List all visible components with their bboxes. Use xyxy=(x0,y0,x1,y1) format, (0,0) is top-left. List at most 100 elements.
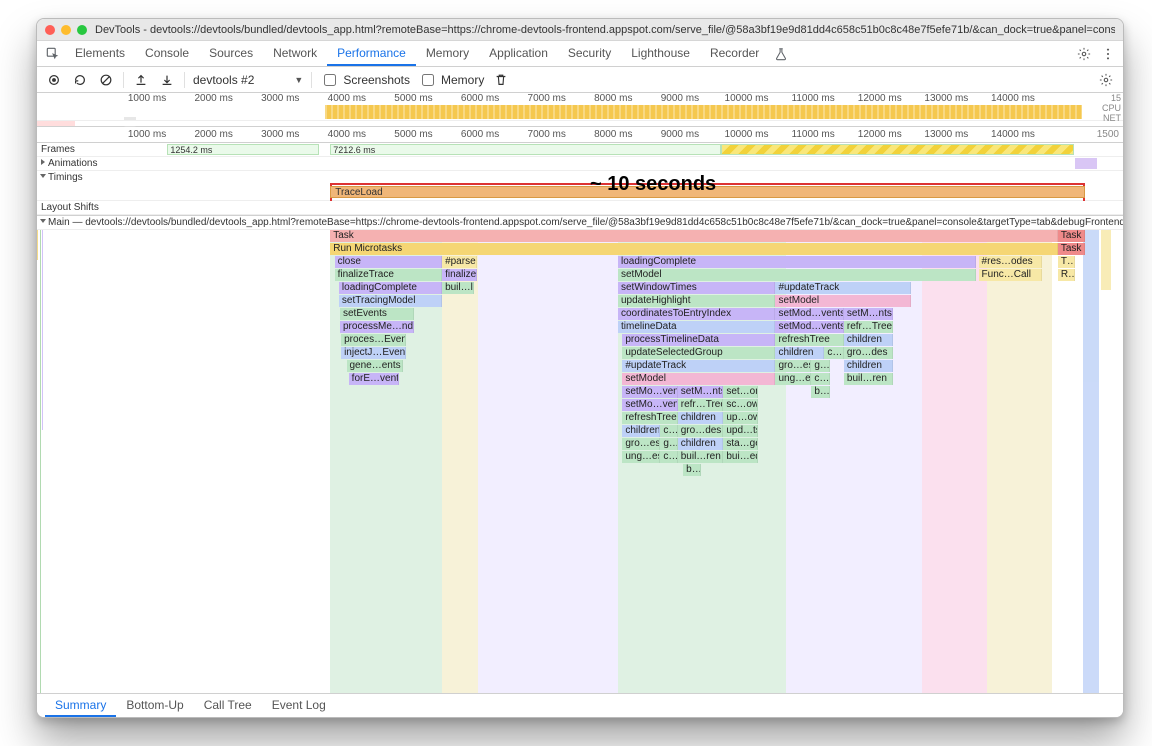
flame-bar[interactable]: coordinatesToEntryIndex xyxy=(618,308,775,320)
flame-microtasks[interactable]: Run Microtasks xyxy=(330,243,1058,255)
flame-bar[interactable]: processTimelineData xyxy=(622,334,775,346)
flame-bar[interactable]: gro…es xyxy=(622,438,660,450)
flame-bar[interactable]: sta…ge xyxy=(723,438,758,450)
traffic-light-minimize[interactable] xyxy=(61,25,71,35)
flame-bar[interactable]: #res…odes xyxy=(979,256,1042,268)
flame-bar[interactable]: processMe…ndThreads xyxy=(340,321,414,333)
save-profile-button[interactable] xyxy=(158,71,176,89)
flame-bar[interactable]: gene…ents xyxy=(347,360,403,372)
flame-bar[interactable]: sc…ow xyxy=(723,399,758,411)
overview-minimap[interactable]: 1000 ms2000 ms3000 ms4000 ms5000 ms6000 … xyxy=(37,93,1123,127)
flame-bar[interactable]: up…ow xyxy=(723,412,758,424)
inspect-icon[interactable] xyxy=(41,41,65,66)
tab-performance[interactable]: Performance xyxy=(327,41,416,66)
tab-sources[interactable]: Sources xyxy=(199,41,263,66)
flame-bar[interactable]: #parse xyxy=(442,256,477,268)
frame-bar-long[interactable] xyxy=(721,144,1074,155)
record-button[interactable] xyxy=(45,71,63,89)
flame-bar[interactable]: setMo…vents xyxy=(622,399,677,411)
flame-bar[interactable]: proces…Events xyxy=(341,334,406,346)
flame-chart[interactable]: Task Task Run Microtasks Task close #par… xyxy=(37,230,1123,700)
screenshots-checkbox[interactable]: Screenshots xyxy=(320,71,410,89)
flame-bar[interactable]: refreshTree xyxy=(775,334,843,346)
flame-bar[interactable]: refreshTree xyxy=(622,412,677,424)
session-selector[interactable]: devtools #2 ▼ xyxy=(193,73,303,87)
flame-bar[interactable]: setM…nts xyxy=(844,308,893,320)
track-layout-shifts[interactable]: Layout Shifts xyxy=(37,201,1123,215)
traffic-light-close[interactable] xyxy=(45,25,55,35)
flame-bar[interactable]: g…s xyxy=(811,360,829,372)
flame-bar[interactable]: setModel xyxy=(618,269,976,281)
flame-bar[interactable]: #updateTrack xyxy=(775,282,911,294)
flame-bar[interactable]: setWindowTimes xyxy=(618,282,775,294)
load-profile-button[interactable] xyxy=(132,71,150,89)
flame-bar[interactable]: finalize xyxy=(442,269,477,281)
flame-bar[interactable]: b…n xyxy=(811,386,829,398)
flame-bar[interactable]: set…on xyxy=(723,386,758,398)
flame-bar[interactable]: buil…ren xyxy=(844,373,893,385)
capture-settings-gear-icon[interactable] xyxy=(1097,71,1115,89)
flame-bar[interactable]: refr…Tree xyxy=(678,399,724,411)
kebab-menu-icon[interactable] xyxy=(1099,45,1117,63)
tab-elements[interactable]: Elements xyxy=(65,41,135,66)
flame-bar[interactable]: g… xyxy=(660,438,677,450)
timing-traceload[interactable]: TraceLoad xyxy=(330,186,1085,198)
flame-bar[interactable]: updateHighlight xyxy=(618,295,775,307)
clear-button[interactable] xyxy=(97,71,115,89)
flame-bar[interactable]: setMod…vents xyxy=(775,321,843,333)
settings-gear-icon[interactable] xyxy=(1075,45,1093,63)
frame-bar[interactable]: 7212.6 ms xyxy=(330,144,721,155)
tab-network[interactable]: Network xyxy=(263,41,327,66)
frame-bar[interactable]: 1254.2 ms xyxy=(167,144,319,155)
flame-bar[interactable]: gro…des xyxy=(678,425,724,437)
flame-bar[interactable]: T… xyxy=(1058,256,1075,268)
flame-bar[interactable]: c…n xyxy=(824,347,844,359)
flame-bar[interactable]: children xyxy=(844,360,893,372)
flame-bar[interactable]: children xyxy=(678,438,724,450)
main-thread-header[interactable]: Main — devtools://devtools/bundled/devto… xyxy=(37,216,1123,230)
details-tab-summary[interactable]: Summary xyxy=(45,694,116,717)
flame-bar[interactable]: finalizeTrace xyxy=(335,269,443,281)
flame-bar[interactable]: loadingComplete xyxy=(618,256,976,268)
flame-bar[interactable]: gro…es xyxy=(775,360,811,372)
flame-bar[interactable]: loadingComplete xyxy=(339,282,442,294)
flame-bar[interactable]: R… xyxy=(1058,269,1075,281)
flame-bar[interactable]: injectJ…Events xyxy=(341,347,406,359)
track-animations[interactable]: Animations xyxy=(37,157,1123,171)
flame-bar[interactable]: setMod…vents xyxy=(775,308,843,320)
flame-bar[interactable]: b… xyxy=(683,464,700,476)
flame-bar[interactable]: ung…es xyxy=(775,373,811,385)
flame-bar[interactable]: children xyxy=(775,347,824,359)
flame-bar[interactable]: forE…vent xyxy=(349,373,399,385)
tab-lighthouse[interactable]: Lighthouse xyxy=(621,41,700,66)
tab-memory[interactable]: Memory xyxy=(416,41,479,66)
flame-bar[interactable]: setTracingModel xyxy=(339,295,442,307)
flame-bar[interactable]: Func…Call xyxy=(979,269,1042,281)
flame-bar[interactable]: timelineData xyxy=(618,321,775,333)
flame-bar[interactable]: close xyxy=(335,256,443,268)
tab-security[interactable]: Security xyxy=(558,41,621,66)
flame-bar[interactable]: #updateTrack xyxy=(622,360,775,372)
flame-bar[interactable]: buil…ren xyxy=(678,451,724,463)
flame-task[interactable]: Task xyxy=(1058,230,1085,242)
flame-bar[interactable]: upd…ts xyxy=(723,425,758,437)
animation-bar[interactable] xyxy=(1075,158,1097,169)
flame-bar[interactable]: c…n xyxy=(811,373,829,385)
flame-bar[interactable]: children xyxy=(678,412,724,424)
flame-bar[interactable]: bui…ed xyxy=(723,451,758,463)
flame-bar[interactable]: children xyxy=(622,425,660,437)
memory-checkbox[interactable]: Memory xyxy=(418,71,484,89)
tab-recorder[interactable]: Recorder xyxy=(700,41,769,66)
flame-bar[interactable]: c… xyxy=(660,451,677,463)
tab-application[interactable]: Application xyxy=(479,41,558,66)
flame-bar[interactable]: buil…lls xyxy=(442,282,473,294)
flame-bar[interactable]: updateSelectedGroup xyxy=(622,347,775,359)
flame-bar[interactable]: refr…Tree xyxy=(844,321,893,333)
flame-bar[interactable]: c… xyxy=(660,425,677,437)
flame-bar[interactable]: setM…nts xyxy=(678,386,724,398)
time-ruler[interactable]: 1500 1000 ms2000 ms3000 ms4000 ms5000 ms… xyxy=(37,127,1123,143)
details-tab-bottom-up[interactable]: Bottom-Up xyxy=(116,694,193,717)
flame-bar[interactable]: setModel xyxy=(775,295,911,307)
flame-bar[interactable]: gro…des xyxy=(844,347,893,359)
reload-record-button[interactable] xyxy=(71,71,89,89)
